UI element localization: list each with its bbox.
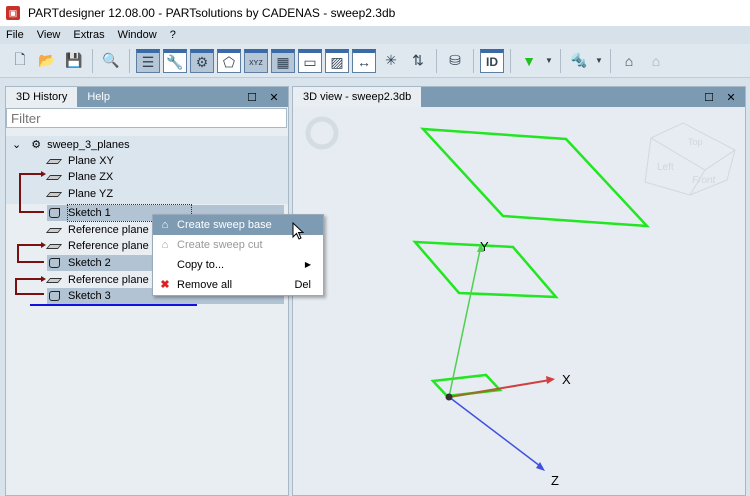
origin-point xyxy=(445,393,453,401)
x-axis-label: X xyxy=(562,372,571,387)
svg-text:Left: Left xyxy=(657,162,674,173)
svg-text:Front: Front xyxy=(692,175,717,186)
remove-icon: ✖ xyxy=(160,279,170,291)
sweep-base-icon: ⌂ xyxy=(161,219,169,231)
3d-viewport[interactable]: Top Left Front Y X Z xyxy=(0,0,750,496)
svg-text:Top: Top xyxy=(688,137,703,147)
y-axis-label: Y xyxy=(480,239,489,254)
menu-item-copy-to[interactable]: Copy to... ▶ xyxy=(153,255,323,275)
sketch-1-outline xyxy=(430,373,503,398)
z-axis-label: Z xyxy=(551,473,559,488)
z-axis xyxy=(448,396,541,467)
rotate-icon[interactable] xyxy=(305,116,339,150)
submenu-arrow-icon: ▶ xyxy=(304,260,311,269)
sketch-3-outline xyxy=(419,127,651,228)
menu-item-remove-all[interactable]: ✖ Remove all Del xyxy=(153,275,323,295)
mouse-cursor-icon xyxy=(292,222,305,240)
view-cube[interactable]: Top Left Front xyxy=(644,122,736,196)
sweep-cut-icon: ⌂ xyxy=(161,239,169,251)
